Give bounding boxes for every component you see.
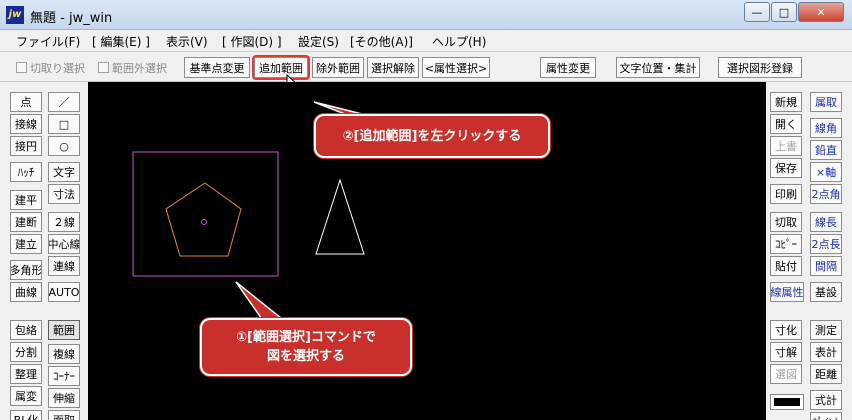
- exclude-range-button[interactable]: 除外範囲: [312, 57, 364, 78]
- cmd-print[interactable]: 印刷: [770, 184, 802, 204]
- callout-step1-pointer: [235, 281, 289, 323]
- cmd-select-shape: 選図: [770, 364, 802, 384]
- menu-other[interactable]: [その他(A)]: [350, 33, 413, 50]
- cmd-tangent-circle[interactable]: 接円: [10, 136, 42, 156]
- cmd-arrange[interactable]: 整理: [10, 364, 42, 384]
- cmd-tangent[interactable]: 接線: [10, 114, 42, 134]
- basepoint-button[interactable]: 基準点変更: [184, 57, 250, 78]
- cmd-continuous-line[interactable]: 連線: [48, 256, 80, 276]
- drawing-canvas[interactable]: ②[追加範囲]を左クリックする ①[範囲選択]コマンドで 図を選択する: [88, 82, 766, 420]
- minimize-button[interactable]: —: [744, 2, 770, 22]
- cmd-measure[interactable]: 測定: [810, 320, 842, 340]
- cmd-point-calc[interactable]: ﾎﾟｲﾝﾄ: [810, 412, 842, 420]
- cmd-line[interactable]: ／: [48, 92, 80, 112]
- cmd-envelope[interactable]: 包絡: [10, 320, 42, 340]
- cmd-paste[interactable]: 貼付: [770, 256, 802, 276]
- cmd-point[interactable]: 点: [10, 92, 42, 112]
- cmd-cut[interactable]: 切取: [770, 212, 802, 232]
- register-shape-button[interactable]: 選択図形登録: [718, 57, 802, 78]
- cmd-base-settings[interactable]: 基設: [810, 282, 842, 302]
- cmd-range-select[interactable]: 範囲: [48, 320, 80, 340]
- cmd-double-line[interactable]: ２線: [48, 212, 80, 232]
- cmd-elevation[interactable]: 建立: [10, 234, 42, 254]
- cmd-plan[interactable]: 建平: [10, 190, 42, 210]
- menu-bar: ファイル(F) [ 編集(E) ] 表示(V) [ 作図(D) ] 設定(S) …: [0, 30, 852, 52]
- cmd-center-line[interactable]: 中心線: [48, 234, 80, 254]
- triangle-shape: [315, 178, 365, 255]
- pentagon-center-point: [201, 219, 207, 225]
- outside-select-checkbox[interactable]: 範囲外選択: [98, 60, 167, 76]
- maximize-button[interactable]: □: [771, 2, 797, 22]
- cmd-line-length[interactable]: 線長: [810, 212, 842, 232]
- cmd-circle[interactable]: ○: [48, 136, 80, 156]
- menu-view[interactable]: 表示(V): [166, 33, 208, 50]
- cut-select-checkbox[interactable]: 切取り選択: [16, 60, 85, 76]
- cmd-line-attr[interactable]: 線属性: [770, 282, 804, 302]
- cmd-new[interactable]: 新規: [770, 92, 802, 112]
- select-toolbar: 切取り選択 範囲外選択 基準点変更 追加範囲 除外範囲 選択解除 <属性選択> …: [0, 52, 852, 94]
- cmd-open[interactable]: 開く: [770, 114, 802, 134]
- attr-select-button[interactable]: <属性選択>: [422, 57, 490, 78]
- menu-help[interactable]: ヘルプ(H): [432, 33, 486, 50]
- cmd-x-axis[interactable]: ×軸: [810, 162, 842, 182]
- cmd-extend[interactable]: 伸縮: [48, 388, 80, 408]
- cmd-curve[interactable]: 曲線: [10, 282, 42, 302]
- cmd-table-calc[interactable]: 表計: [810, 342, 842, 362]
- cmd-vertical[interactable]: 鉛直: [810, 140, 842, 160]
- cmd-overwrite: 上書: [770, 136, 802, 156]
- menu-draw[interactable]: [ 作図(D) ]: [222, 33, 282, 50]
- attr-change-button[interactable]: 属性変更: [540, 57, 596, 78]
- close-button[interactable]: ✕: [798, 2, 844, 22]
- callout-step1: ①[範囲選択]コマンドで 図を選択する: [200, 318, 412, 376]
- title-bar: jw 無題 - jw_win — □ ✕: [0, 0, 852, 30]
- app-icon: jw: [6, 6, 24, 24]
- line-color-swatch[interactable]: [770, 394, 804, 410]
- cmd-line-angle[interactable]: 線角: [810, 118, 842, 138]
- cmd-section[interactable]: 建断: [10, 212, 42, 232]
- window-title: 無題 - jw_win: [30, 11, 113, 26]
- cmd-corner[interactable]: ｺｰﾅｰ: [48, 366, 80, 386]
- cmd-attr-pick[interactable]: 属取: [810, 92, 842, 112]
- menu-settings[interactable]: 設定(S): [298, 33, 339, 50]
- cmd-text[interactable]: 文字: [48, 162, 80, 182]
- cmd-interval[interactable]: 間隔: [810, 256, 842, 276]
- cmd-polygon[interactable]: 多角形: [10, 260, 42, 280]
- menu-edit[interactable]: [ 編集(E) ]: [92, 33, 150, 50]
- cmd-formula-calc[interactable]: 式計: [810, 390, 842, 410]
- cmd-dimension[interactable]: 寸法: [48, 184, 80, 204]
- deselect-button[interactable]: 選択解除: [367, 57, 419, 78]
- cmd-two-point-length[interactable]: 2点長: [810, 234, 842, 254]
- text-pos-button[interactable]: 文字位置・集計: [616, 57, 700, 78]
- cmd-two-point-angle[interactable]: 2点角: [810, 184, 842, 204]
- cmd-chamfer[interactable]: 面取: [48, 410, 80, 420]
- cmd-save[interactable]: 保存: [770, 158, 802, 178]
- cmd-offset[interactable]: 複線: [48, 344, 80, 364]
- left-command-panel: 点 接線 接円 ﾊｯﾁ 建平 建断 建立 多角形 曲線 包絡 分割 整理 属変 …: [0, 82, 88, 420]
- cmd-hatch[interactable]: ﾊｯﾁ: [10, 162, 42, 182]
- cmd-attr-change[interactable]: 属変: [10, 386, 42, 406]
- cmd-dim-group[interactable]: 寸化: [770, 320, 802, 340]
- cmd-block[interactable]: BL化: [10, 410, 42, 420]
- cmd-divide[interactable]: 分割: [10, 342, 42, 362]
- callout-step2: ②[追加範囲]を左クリックする: [314, 114, 550, 158]
- cmd-rectangle[interactable]: □: [48, 114, 80, 134]
- cmd-auto[interactable]: AUTO: [48, 282, 80, 302]
- cmd-copy[interactable]: ｺﾋﾟｰ: [770, 234, 802, 254]
- menu-file[interactable]: ファイル(F): [16, 33, 80, 50]
- cmd-dim-ungroup[interactable]: 寸解: [770, 342, 802, 362]
- selection-rectangle: [132, 151, 279, 277]
- right-command-panel: 新規 開く 上書 保存 印刷 切取 ｺﾋﾟｰ 貼付 線属性 寸化 寸解 選図 属…: [766, 82, 852, 420]
- cmd-distance[interactable]: 距離: [810, 364, 842, 384]
